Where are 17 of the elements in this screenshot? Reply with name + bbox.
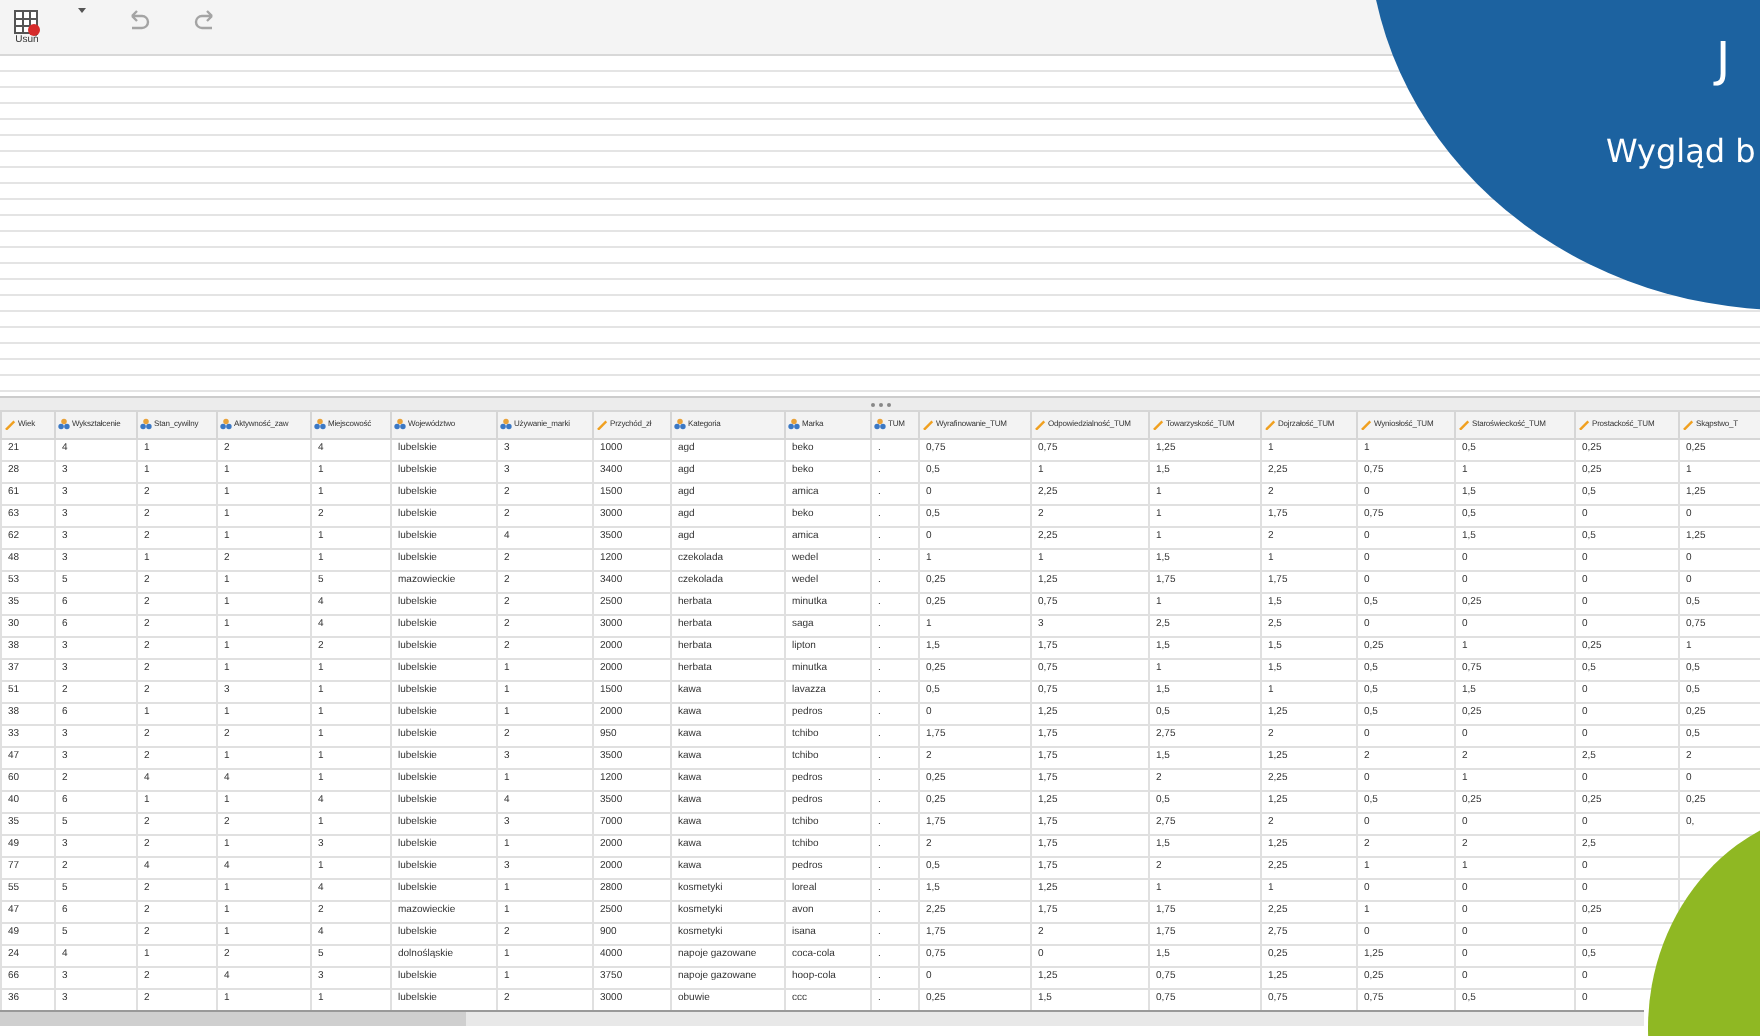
banner-subtitle: Wygląd b	[1606, 136, 1756, 168]
circles-icon	[220, 418, 232, 431]
grip-icon[interactable]	[869, 401, 891, 407]
circles-icon	[788, 418, 800, 431]
table-icon	[14, 10, 40, 36]
circles-icon	[58, 418, 70, 431]
circles-icon	[674, 418, 686, 431]
pencil-icon	[4, 418, 16, 431]
circles-icon	[140, 418, 152, 431]
scrollbar-thumb[interactable]	[0, 1012, 466, 1026]
horizontal-scrollbar[interactable]	[0, 1010, 1644, 1026]
circles-icon	[394, 418, 406, 431]
caret-icon[interactable]	[78, 8, 86, 14]
circles-icon	[874, 418, 886, 431]
circles-icon	[314, 418, 326, 431]
banner-title: J	[1716, 36, 1731, 84]
circles-icon	[500, 418, 512, 431]
